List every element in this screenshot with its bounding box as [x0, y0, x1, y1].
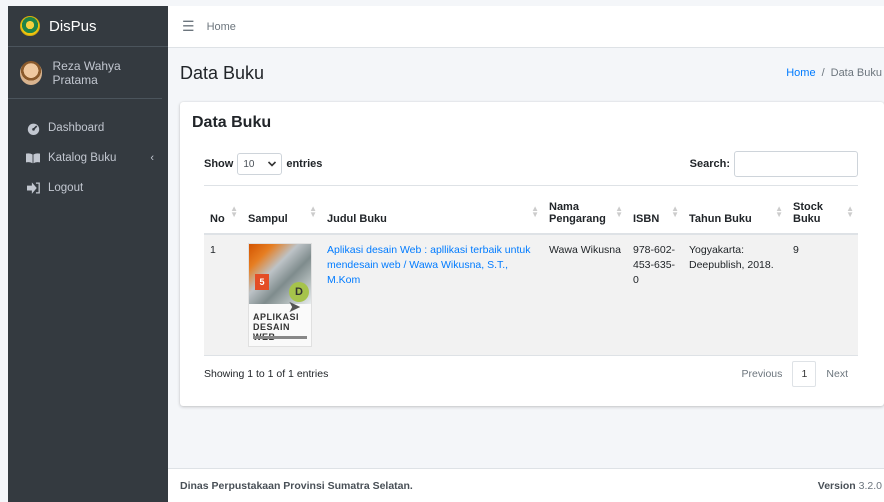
- cell-judul-buku: Aplikasi desain Web : apllikasi terbaik …: [321, 233, 543, 356]
- logout-icon: [26, 181, 40, 195]
- col-header-nama-pengarang[interactable]: Nama Pengarang ▲ ▼: [543, 185, 627, 235]
- sort-icon: ▲ ▼: [615, 204, 623, 219]
- pagination: Previous 1 Next: [732, 361, 858, 387]
- avatar: [20, 60, 43, 85]
- chevron-down-icon: [268, 161, 277, 167]
- col-header-stock-buku[interactable]: Stock Buku ▲ ▼: [787, 185, 858, 235]
- book-icon: [26, 151, 40, 165]
- col-header-isbn[interactable]: ISBN ▲ ▼: [627, 185, 683, 235]
- version-info: Version 3.2.0: [818, 480, 882, 492]
- entries-length-control: Show 10 entries: [204, 153, 322, 175]
- col-header-tahun-buku[interactable]: Tahun Buku ▲ ▼: [683, 185, 787, 235]
- sort-icon: ▲ ▼: [309, 204, 317, 219]
- previous-page-button[interactable]: Previous: [732, 368, 793, 380]
- chevron-left-icon: ‹: [150, 152, 154, 164]
- brand-name: DisPus: [49, 17, 97, 35]
- entries-label: entries: [286, 158, 323, 170]
- sidebar: DisPus Reza Wahya Pratama Dashboard Kata…: [8, 6, 168, 502]
- sidebar-item-dashboard[interactable]: Dashboard: [8, 113, 168, 143]
- col-header-no[interactable]: No ▲ ▼: [204, 185, 242, 235]
- datatable-info: Showing 1 to 1 of 1 entries: [204, 368, 329, 380]
- sort-icon: ▲ ▼: [846, 204, 854, 219]
- version-value: 3.2.0: [858, 479, 882, 492]
- col-header-judul-buku[interactable]: Judul Buku ▲ ▼: [321, 185, 543, 235]
- html5-logo-icon: 5: [255, 273, 269, 290]
- cell-tahun-buku: Yogyakarta: Deepublish, 2018.: [683, 233, 787, 356]
- sort-icon: ▲ ▼: [671, 204, 679, 219]
- cell-nama-pengarang: Wawa Wikusna: [543, 233, 627, 356]
- sidebar-nav: Dashboard Katalog Buku ‹ Logout: [8, 99, 168, 203]
- main-footer: Dinas Perpustakaan Provinsi Sumatra Sela…: [168, 468, 884, 502]
- book-cover-image: 5 D ➤ APLIKASI DESAIN WEB: [248, 242, 312, 347]
- brand-logo-icon: [20, 16, 40, 36]
- sidebar-item-katalog-buku[interactable]: Katalog Buku ‹: [8, 143, 168, 173]
- user-panel[interactable]: Reza Wahya Pratama: [8, 47, 162, 99]
- sort-asc-icon: ▲ ▼: [230, 204, 238, 219]
- search-label: Search:: [689, 158, 730, 170]
- sidebar-item-label: Logout: [48, 182, 84, 194]
- version-label: Version: [817, 479, 856, 492]
- card-title: Data Buku: [192, 114, 272, 131]
- sidebar-item-label: Dashboard: [48, 122, 105, 134]
- sort-icon: ▲ ▼: [531, 204, 539, 219]
- table-row: 1 5 D ➤ APLIKASI DESAIN WEB Aplikasi des…: [204, 233, 858, 356]
- search-control: Search:: [690, 151, 858, 177]
- top-navbar: ☰ Home: [168, 6, 884, 48]
- search-input[interactable]: [734, 151, 858, 177]
- breadcrumb-home-link[interactable]: Home: [786, 67, 815, 79]
- sort-icon: ▲ ▼: [775, 204, 783, 219]
- menu-toggle-icon[interactable]: ☰: [182, 18, 195, 35]
- cell-sampul: 5 D ➤ APLIKASI DESAIN WEB: [242, 233, 321, 356]
- books-table: No ▲ ▼ Sampul ▲ ▼ Judul Buku ▲ ▼ Nama Pengaran…: [204, 185, 858, 356]
- breadcrumb-separator: /: [821, 67, 825, 79]
- entries-length-value: 10: [243, 158, 255, 170]
- book-title-link[interactable]: Aplikasi desain Web : apllikasi terbaik …: [327, 244, 531, 286]
- page-1-button[interactable]: 1: [792, 361, 817, 387]
- data-buku-card: Data Buku Show 10 entries Search: No ▲ ▼ S…: [180, 102, 884, 406]
- datatable-controls: Show 10 entries Search:: [204, 150, 858, 178]
- datatable-footer: Showing 1 to 1 of 1 entries Previous 1 N…: [204, 360, 858, 388]
- next-page-button[interactable]: Next: [816, 368, 858, 380]
- breadcrumb-current: Data Buku: [830, 67, 882, 79]
- cell-isbn: 978-602-453-635-0: [627, 233, 683, 356]
- table-header-row: No ▲ ▼ Sampul ▲ ▼ Judul Buku ▲ ▼ Nama Pengaran…: [204, 185, 858, 235]
- user-name: Reza Wahya Pratama: [52, 58, 121, 87]
- cell-no: 1: [204, 233, 242, 356]
- page-title: Data Buku: [180, 62, 265, 83]
- cell-stock-buku: 9: [787, 233, 858, 356]
- content-header: Data Buku Home / Data Buku: [168, 48, 884, 98]
- breadcrumb: Home / Data Buku: [786, 67, 882, 79]
- footer-text: Dinas Perpustakaan Provinsi Sumatra Sela…: [180, 479, 413, 492]
- show-label: Show: [204, 158, 234, 170]
- dashboard-icon: [26, 121, 40, 135]
- sidebar-item-logout[interactable]: Logout: [8, 173, 168, 203]
- col-header-sampul[interactable]: Sampul ▲ ▼: [242, 185, 321, 235]
- sidebar-item-label: Katalog Buku: [48, 152, 117, 164]
- top-home-link[interactable]: Home: [207, 21, 236, 33]
- brand-link[interactable]: DisPus: [8, 6, 168, 47]
- entries-length-select[interactable]: 10: [237, 153, 283, 175]
